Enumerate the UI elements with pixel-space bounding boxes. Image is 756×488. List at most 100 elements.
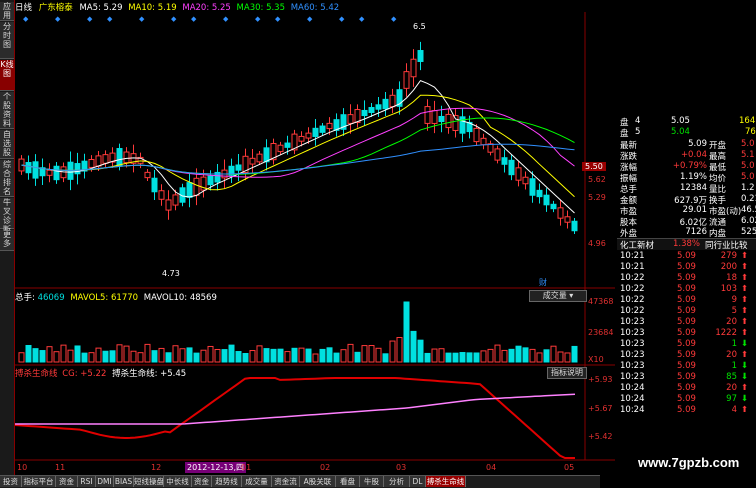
stat-value: 7126 [685,227,707,237]
left-tab-1[interactable]: 分时图 [0,22,14,59]
left-tab-bar: 应用分时图K线图个股资料自选股综合排名牛叉诊断更多 [0,0,15,487]
volume-bar [333,352,340,363]
tick-price: 5.09 [677,295,696,305]
arrow-up-icon: ⬆ [741,405,749,415]
volume-bar [32,348,39,363]
ask-row[interactable]: 盘 4 5.05 164 [617,116,756,128]
candle-body [88,159,95,168]
indicator-tab-17[interactable]: 搏杀生命线 [426,476,466,487]
tick-volume: 20 [726,350,737,360]
volume-bar [186,347,193,363]
high-annotation: 6.5 [413,22,426,31]
indicator-tab-3[interactable]: RSI [78,476,96,487]
tick-row: 10:22 5.09 103 ⬆ [617,284,756,295]
indicator-tab-4[interactable]: DMI [96,476,114,487]
tick-price: 5.09 [677,339,696,349]
stat-value: 12384 [679,183,707,193]
candle-body [144,171,151,179]
volume-bar [88,352,95,363]
volume-bar [284,351,291,363]
bid-price: 5.04 [671,127,690,137]
tick-row: 10:23 5.09 20 ⬆ [617,350,756,361]
candle-body [375,104,382,110]
indicator-tab-12[interactable]: A股关联 [300,476,336,487]
bid-row[interactable]: 盘 5 5.04 76 [617,127,756,139]
tick-time: 10:21 [620,262,645,272]
indicator-tab-1[interactable]: 指标平台 [22,476,56,487]
indicator-axis-label: +5.67 [588,404,613,413]
volume-bar [529,348,536,363]
cg-label: CG: +5.22 [62,369,107,379]
indicator-tab-14[interactable]: 牛股 [360,476,384,487]
quote-stat-row: 金额627.9万换手0.219 [617,194,756,206]
tick-volume: 20 [726,317,737,327]
volume-bar [102,350,109,363]
arrow-up-icon: ⬆ [741,251,749,261]
candle-body [529,178,536,196]
candle-body [165,199,172,211]
left-tab-2[interactable]: K线图 [0,60,14,91]
bid-level: 5 [635,127,641,137]
indicator-tab-7[interactable]: 中长线 [164,476,192,487]
stat-value: 5.09 [688,139,707,149]
volume-bar [179,348,186,363]
left-tab-7[interactable]: 更多 [0,230,14,251]
indicator-tab-11[interactable]: 资金流 [272,476,300,487]
kline-chart-area[interactable]: 日线 广东榕泰 MA5: 5.29 MA10: 5.19 MA20: 5.25 … [15,0,615,475]
indicator-tab-10[interactable]: 成交量 [242,476,272,487]
indicator-tab-8[interactable]: 资金 [192,476,212,487]
stat-value: +0.04 [680,150,707,160]
finance-marker[interactable]: 财 [539,277,547,288]
tick-volume: 20 [726,383,737,393]
candle-body [284,142,291,148]
indicator-header: 搏杀生命线 CG: +5.22 搏杀生命线: +5.45 [15,367,186,379]
tick-row: 10:23 5.09 1 ⬇ [617,361,756,372]
tick-row: 10:23 5.09 1222 ⬆ [617,328,756,339]
quote-stat-row: 涨跌 +0.04 最高 5.1 [617,150,756,162]
tick-time: 10:24 [620,394,645,404]
volume-axis-label: 47368 [588,297,614,306]
volume-label: 总手: [15,293,35,303]
life-line [15,393,576,425]
volume-bar [438,348,445,363]
left-tab-6[interactable]: 牛叉诊断 [0,198,14,234]
left-tab-5[interactable]: 综合排名 [0,160,14,197]
indicator-tab-5[interactable]: BIAS [114,476,134,487]
indicator-tab-9[interactable]: 趋势线 [212,476,242,487]
stat-value: 1.19% [679,172,707,182]
indicator-tab-13[interactable]: 看盘 [336,476,360,487]
candle-body [158,190,165,200]
tick-price: 5.09 [677,394,696,404]
arrow-up-icon: ⬆ [741,262,749,272]
low-annotation: 4.73 [162,269,180,278]
indicator-help-button[interactable]: 指标说明 [547,367,587,379]
volume-bar [95,347,102,363]
indicator-tab-15[interactable]: 分析 [384,476,410,487]
volume-bar [459,352,466,363]
candle-body [305,132,312,139]
indicator-tab-16[interactable]: DL [410,476,426,487]
event-marker-icon: ◆ [23,15,29,23]
volume-bar [368,345,375,363]
arrow-down-icon: ⬇ [741,339,749,349]
candle-body [151,177,158,193]
left-tab-4[interactable]: 自选股 [0,130,14,159]
industry-compare-button[interactable]: 同行业比较 [705,239,748,251]
candle-body [480,137,487,146]
arrow-up-icon: ⬆ [741,317,749,327]
industry-row[interactable]: 化工新材 1.38% 同行业比较 [617,238,756,251]
volume-bar [515,345,522,363]
volume-bar [221,349,228,363]
indicator-dropdown[interactable]: 成交量 ▾ [529,290,587,302]
indicator-tab-2[interactable]: 资金 [56,476,78,487]
volume-bar [340,349,347,363]
arrow-up-icon: ⬆ [741,273,749,283]
left-tab-0[interactable]: 应用 [0,2,14,21]
indicator-tab-6[interactable]: 短线操盘 [134,476,164,487]
arrow-up-icon: ⬆ [741,284,749,294]
chart-canvas: ◆ ◆ ◆ ◆ ◆ ◆ ◆ ◆ ◆ ◆ ◆ ◆ ◆ ◆ [15,12,615,461]
volume-bar [536,352,543,363]
left-tab-3[interactable]: 个股资料 [0,92,14,129]
event-marker-icon: ◆ [107,15,113,23]
indicator-tab-0[interactable]: 投资 [0,476,22,487]
